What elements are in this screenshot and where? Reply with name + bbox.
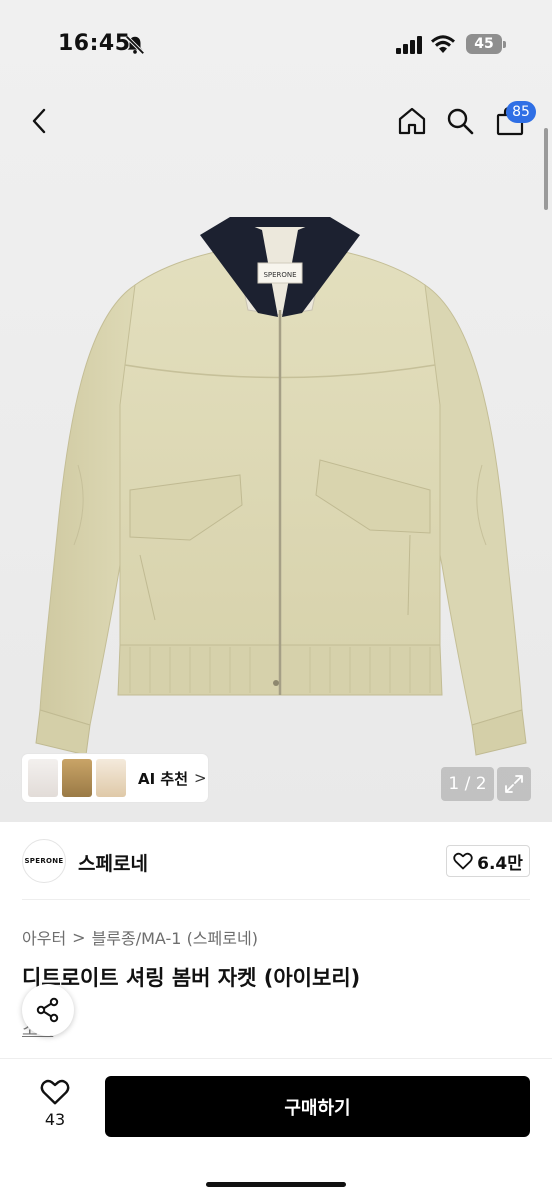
home-icon xyxy=(398,107,426,135)
cellular-signal-icon xyxy=(396,36,422,54)
battery-tip xyxy=(503,41,506,48)
recommend-thumbnail xyxy=(96,759,126,797)
back-button[interactable] xyxy=(20,101,60,141)
breadcrumb-separator: > xyxy=(72,927,86,947)
ai-recommend-label: AI 추천 xyxy=(138,769,189,788)
battery-level: 45 xyxy=(466,34,502,54)
home-indicator xyxy=(206,1182,346,1187)
share-button[interactable] xyxy=(22,984,74,1036)
expand-icon xyxy=(505,775,523,793)
breadcrumb-item-blouson[interactable]: 블루종/MA-1 (스페로네) xyxy=(92,925,258,949)
scrollbar[interactable] xyxy=(544,128,548,210)
share-icon xyxy=(36,997,59,1023)
jacket-label-text: SPERONE xyxy=(263,271,296,279)
status-time: 16:45 xyxy=(58,31,131,56)
product-like-count: 43 xyxy=(44,1110,66,1129)
recommend-thumbnail xyxy=(62,759,92,797)
search-button[interactable] xyxy=(440,101,480,141)
silent-bell-icon xyxy=(125,35,145,55)
brand-logo[interactable]: SPERONE xyxy=(22,839,66,883)
home-button[interactable] xyxy=(392,101,432,141)
cart-count-badge: 85 xyxy=(506,101,536,123)
section-divider xyxy=(22,899,530,900)
recommend-thumbnail xyxy=(28,759,58,797)
product-image[interactable]: SPERONE xyxy=(30,205,530,765)
search-icon xyxy=(447,108,474,135)
buy-button[interactable]: 구매하기 xyxy=(105,1076,530,1137)
image-pager: 1 / 2 xyxy=(441,767,494,801)
heart-outline-icon xyxy=(40,1079,70,1105)
breadcrumb-item-outer[interactable]: 아우터 xyxy=(22,925,66,949)
brand-like-count: 6.4만 xyxy=(477,853,523,874)
brand-name[interactable]: 스페로네 xyxy=(78,849,148,876)
wifi-icon xyxy=(431,35,455,53)
brand-like-button[interactable]: 6.4만 xyxy=(446,845,530,877)
fullscreen-button[interactable] xyxy=(497,767,531,801)
status-bar: 16:45 45 xyxy=(0,0,552,90)
product-title: 디트로이트 셔링 봄버 자켓 (아이보리) xyxy=(22,966,361,990)
heart-outline-icon xyxy=(453,852,473,870)
ai-recommend-button[interactable]: AI 추천 > xyxy=(22,754,208,802)
chevron-left-icon xyxy=(32,108,46,134)
breadcrumb: 아우터 > 블루종/MA-1 (스페로네) xyxy=(22,925,258,949)
chevron-right-icon: > xyxy=(194,769,207,787)
